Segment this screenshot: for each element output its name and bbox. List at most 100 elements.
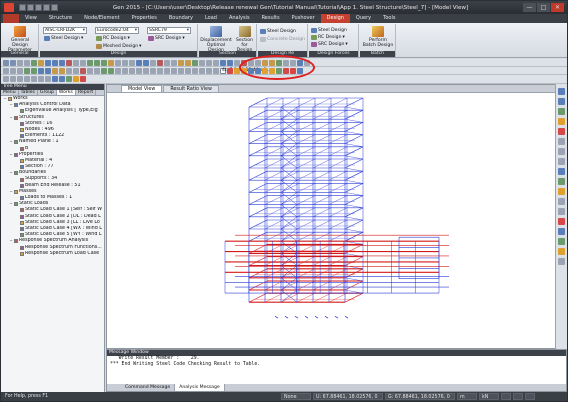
floor-beam[interactable] <box>312 232 332 242</box>
floor-beam[interactable] <box>264 183 284 193</box>
floor-beam[interactable] <box>328 122 348 132</box>
anim-icon[interactable] <box>220 59 226 66</box>
select-all-icon[interactable] <box>164 67 170 74</box>
floor-beam[interactable] <box>312 122 332 132</box>
select-single-icon[interactable] <box>136 67 142 74</box>
node-icon[interactable] <box>558 218 565 225</box>
floor-beam[interactable] <box>328 219 348 230</box>
load-icon[interactable] <box>94 67 100 74</box>
material-icon[interactable] <box>66 67 72 74</box>
floor-beam[interactable] <box>280 110 300 120</box>
floor-beam[interactable] <box>280 134 300 144</box>
color-icon[interactable] <box>80 76 86 82</box>
element-number-icon[interactable] <box>171 59 177 66</box>
model-view-area[interactable]: Model View Result Ratio View <box>106 84 567 349</box>
perform-batch-design-button[interactable]: Perform Batch Design <box>362 26 394 48</box>
tab-properties[interactable]: Properties <box>126 14 163 23</box>
support[interactable] <box>274 315 279 319</box>
grid-icon[interactable] <box>558 198 565 205</box>
floor-beam[interactable] <box>312 97 332 108</box>
brace[interactable] <box>344 167 364 172</box>
floor-beam[interactable] <box>296 146 316 156</box>
shrink-icon[interactable] <box>73 59 79 66</box>
previous-view-icon[interactable] <box>213 59 219 66</box>
tree-toggle-icon[interactable]: − <box>9 238 13 244</box>
floor-beam[interactable] <box>264 146 284 156</box>
brace[interactable] <box>344 155 364 160</box>
view-left-icon[interactable] <box>24 76 30 82</box>
element-icon[interactable] <box>558 228 565 235</box>
floor-beam[interactable] <box>264 134 284 144</box>
rc-design-button[interactable]: RC Design ▾ <box>96 35 130 42</box>
status-icon-b[interactable] <box>513 393 523 400</box>
floor-beam[interactable] <box>312 293 332 303</box>
support[interactable] <box>344 315 349 319</box>
tree-toggle-icon[interactable]: − <box>9 102 13 108</box>
floor-beam[interactable] <box>280 158 300 169</box>
plate-icon[interactable] <box>59 67 65 74</box>
brace[interactable] <box>344 192 364 196</box>
new-file-icon[interactable] <box>19 4 26 11</box>
floor-beam[interactable] <box>312 110 332 120</box>
close-button[interactable]: ✕ <box>551 3 564 12</box>
tree-node[interactable]: Response Spectrum Load Case <box>1 251 104 257</box>
select-recent-icon[interactable] <box>185 67 191 74</box>
unselect-all-icon[interactable] <box>171 67 177 74</box>
floor-beam[interactable] <box>248 109 268 120</box>
tree-tab-works[interactable]: Works <box>56 90 76 95</box>
floor-beam[interactable] <box>344 183 364 193</box>
floor-beam[interactable] <box>344 134 364 144</box>
floor-beam[interactable] <box>344 231 364 242</box>
floor-beam[interactable] <box>248 97 268 108</box>
tab-query[interactable]: Query <box>350 14 377 23</box>
floor-beam[interactable] <box>264 171 284 181</box>
brace[interactable] <box>344 131 364 135</box>
floor-beam[interactable] <box>280 293 300 303</box>
tab-boundary[interactable]: Boundary <box>163 14 199 23</box>
floor-beam[interactable] <box>280 183 300 193</box>
brace[interactable] <box>344 119 364 123</box>
steel-design-button[interactable]: Steel Design ▾ <box>44 35 83 42</box>
src-code-select[interactable]: SSRC79 <box>147 27 191 34</box>
select-icon[interactable] <box>87 59 93 66</box>
tab-view[interactable]: View <box>19 14 43 23</box>
floor-beam[interactable] <box>328 134 348 144</box>
capture-icon[interactable] <box>227 59 233 66</box>
side-view-icon[interactable] <box>558 158 565 165</box>
floor-beam[interactable] <box>312 280 332 291</box>
floor-beam[interactable] <box>312 195 332 205</box>
floor-beam[interactable] <box>312 171 332 181</box>
hidden-line-icon[interactable] <box>59 76 65 82</box>
floor-beam[interactable] <box>248 134 268 144</box>
selection-input[interactable]: 4to7 9 10 12 40to8... <box>220 67 271 74</box>
meshed-design-button[interactable]: Meshed Design ▾ <box>96 43 141 50</box>
tab-load[interactable]: Load <box>199 14 223 23</box>
general-design-parameter-button[interactable]: General Design Parameter <box>3 26 37 53</box>
brace[interactable] <box>344 180 364 184</box>
select-group-icon[interactable] <box>213 67 219 74</box>
floor-beam[interactable] <box>296 110 316 120</box>
analysis-icon[interactable] <box>101 67 107 74</box>
floor-beam[interactable] <box>264 110 284 120</box>
design-result-steel-button[interactable]: Steel Design <box>260 28 296 35</box>
select-previous-icon[interactable] <box>115 59 121 66</box>
floor-beam[interactable] <box>312 219 332 230</box>
floor-beam[interactable] <box>248 146 268 157</box>
status-icon-c[interactable] <box>525 393 535 400</box>
floor-beam[interactable] <box>280 171 300 181</box>
support[interactable] <box>314 315 319 319</box>
iso-view-icon[interactable] <box>558 168 565 175</box>
tree-tab-tables[interactable]: Tables <box>19 90 38 95</box>
tab-node-element[interactable]: Node/Element <box>78 14 125 23</box>
zoom-in-icon[interactable] <box>558 88 565 95</box>
redraw-icon[interactable] <box>199 59 205 66</box>
save-icon[interactable] <box>35 4 42 11</box>
new-file-icon[interactable] <box>3 67 9 74</box>
wall-icon[interactable] <box>52 67 58 74</box>
floor-beam[interactable] <box>312 146 332 156</box>
floor-beam[interactable] <box>264 97 284 108</box>
floor-beam[interactable] <box>328 232 348 242</box>
front-view-icon[interactable] <box>558 138 565 145</box>
support[interactable] <box>294 315 299 319</box>
floor-beam[interactable] <box>328 280 348 291</box>
